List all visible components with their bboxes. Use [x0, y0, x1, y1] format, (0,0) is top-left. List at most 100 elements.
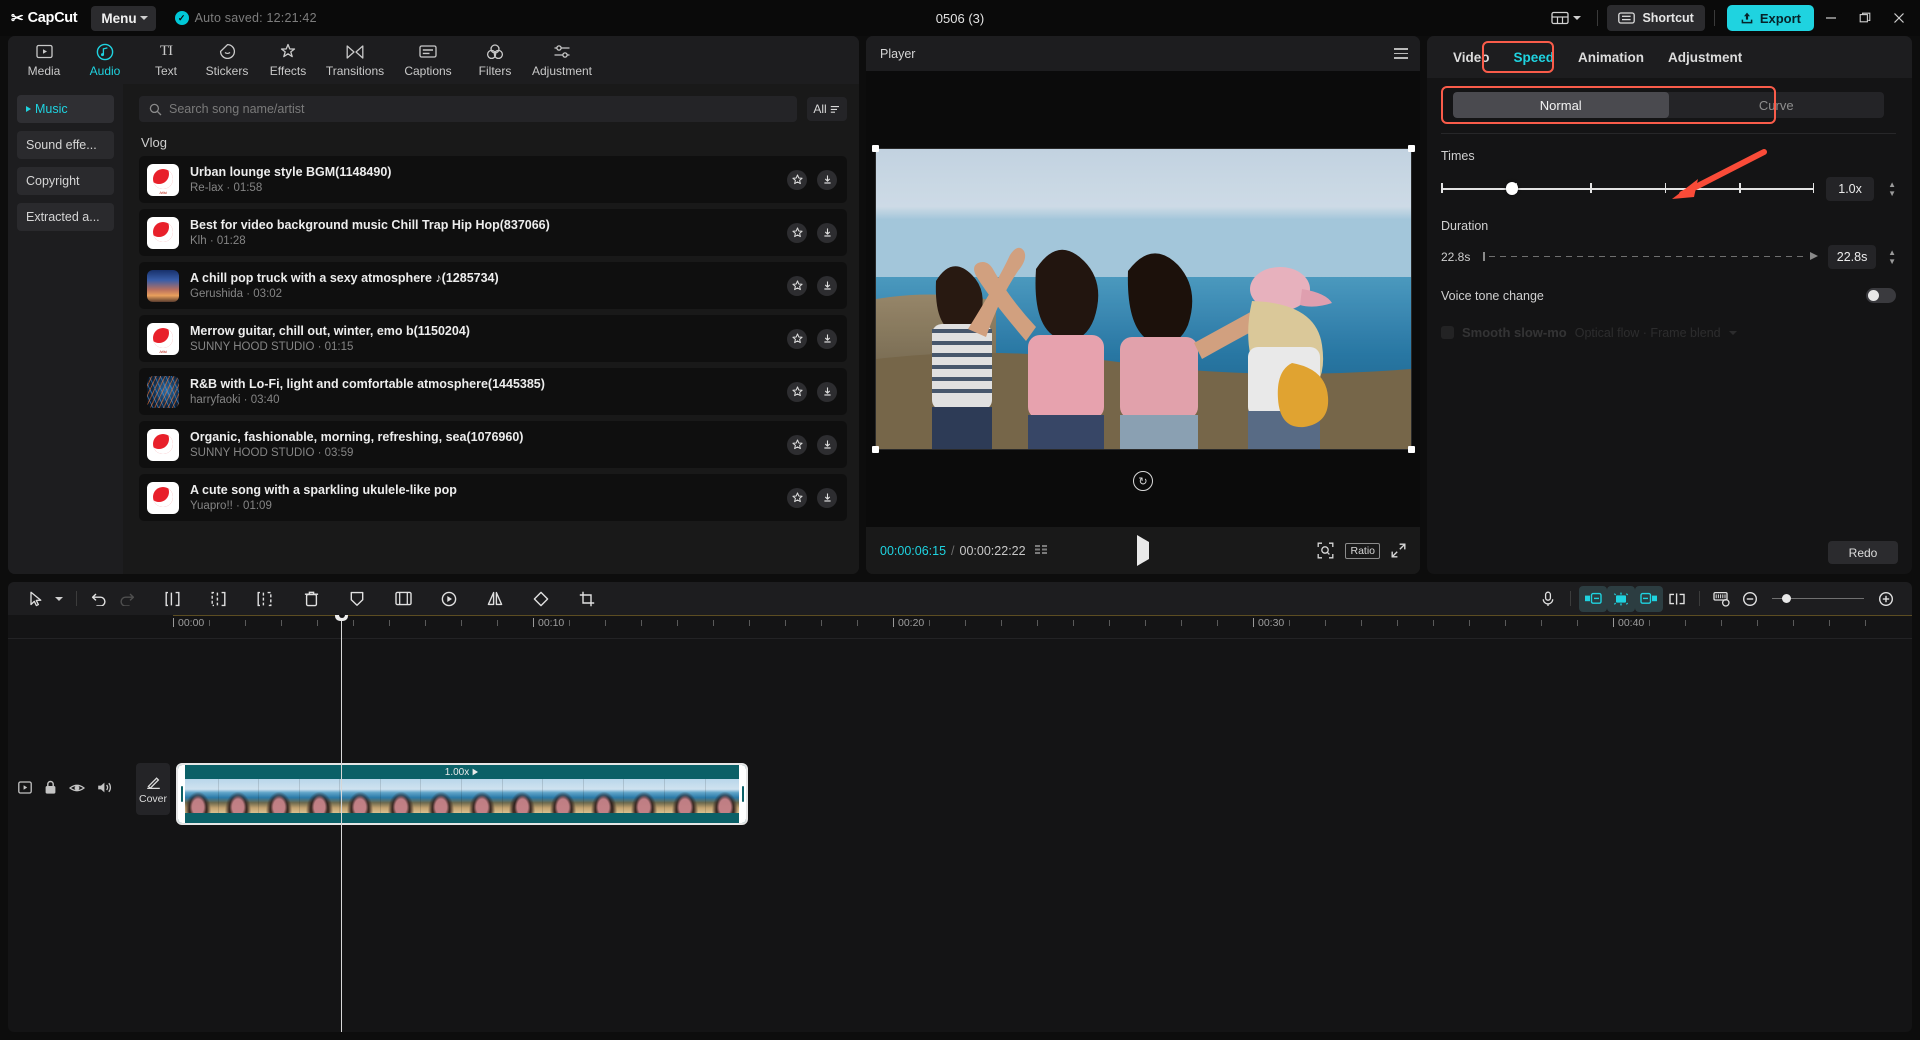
select-tool-dropdown[interactable]	[50, 586, 68, 612]
crop-frame-button[interactable]	[389, 586, 417, 612]
song-row[interactable]: Artlist Urban lounge style BGM(1148490) …	[139, 156, 847, 203]
chevron-down-icon[interactable]	[1729, 331, 1737, 335]
times-slider[interactable]	[1441, 180, 1814, 198]
selection-handle-tr[interactable]	[1408, 145, 1415, 152]
menu-button[interactable]: Menu	[91, 6, 155, 31]
smooth-slow-mo-checkbox[interactable]	[1441, 326, 1454, 339]
song-row[interactable]: R&B with Lo-Fi, light and comfortable at…	[139, 368, 847, 415]
undo-button[interactable]	[85, 586, 113, 612]
selection-handle-br[interactable]	[1408, 446, 1415, 453]
star-icon[interactable]	[787, 170, 807, 190]
tab-audio[interactable]: Audio	[75, 38, 135, 82]
search-input[interactable]: Search song name/artist	[139, 96, 797, 122]
reset-transform-button[interactable]: ↻	[1133, 471, 1153, 491]
tab-captions[interactable]: Captions	[392, 38, 464, 82]
times-slider-knob[interactable]	[1506, 182, 1518, 195]
song-row[interactable]: Artlist Merrow guitar, chill out, winter…	[139, 315, 847, 362]
download-icon[interactable]	[817, 276, 837, 296]
add-track-button[interactable]	[18, 781, 32, 794]
mirror-button[interactable]	[481, 586, 509, 612]
snap-left-button[interactable]	[1579, 586, 1607, 612]
category-copyright[interactable]: Copyright	[17, 167, 114, 195]
filter-all-button[interactable]: All	[807, 97, 847, 121]
tab-adjustment[interactable]: Adjustment	[526, 38, 598, 82]
times-value-field[interactable]: 1.0x	[1826, 177, 1874, 201]
song-row[interactable]: Best for video background music Chill Tr…	[139, 209, 847, 256]
redo-button[interactable]: Redo	[1828, 541, 1898, 564]
selection-handle-bl[interactable]	[872, 446, 879, 453]
clip-trim-handle-right[interactable]	[739, 765, 746, 823]
timeline[interactable]: 00:00 00:10 00:20 00:30 00:40	[8, 615, 1912, 1032]
zoom-slider-knob[interactable]	[1782, 594, 1791, 603]
cover-button[interactable]: Cover	[136, 763, 170, 815]
star-icon[interactable]	[787, 329, 807, 349]
tab-stickers[interactable]: Stickers	[197, 38, 257, 82]
lock-button[interactable]	[44, 780, 57, 795]
video-clip[interactable]: 1.00x	[176, 763, 748, 825]
auto-fit-button[interactable]	[1708, 586, 1736, 612]
tab-transitions[interactable]: Transitions	[319, 38, 391, 82]
duration-spinner[interactable]: ▲ ▼	[1888, 249, 1896, 265]
song-row[interactable]: A chill pop truck with a sexy atmosphere…	[139, 262, 847, 309]
song-row[interactable]: A cute song with a sparkling ukulele-lik…	[139, 474, 847, 521]
timeline-playhead[interactable]	[341, 615, 342, 1032]
times-spinner[interactable]: ▲ ▼	[1888, 181, 1896, 197]
timeline-ruler[interactable]: 00:00 00:10 00:20 00:30 00:40	[8, 615, 1912, 639]
tab-video[interactable]: Video	[1441, 45, 1502, 70]
ratio-button[interactable]: Ratio	[1345, 543, 1380, 559]
fullscreen-button[interactable]	[1391, 543, 1406, 558]
select-tool-button[interactable]	[22, 586, 50, 612]
zoom-in-button[interactable]	[1872, 586, 1900, 612]
star-icon[interactable]	[787, 382, 807, 402]
split-left-button[interactable]	[159, 586, 187, 612]
snap-right-button[interactable]	[1635, 586, 1663, 612]
split-right-button[interactable]	[251, 586, 279, 612]
category-extracted-audio[interactable]: Extracted a...	[17, 203, 114, 231]
shortcut-button[interactable]: Shortcut	[1607, 5, 1704, 31]
duration-value-field[interactable]: 22.8s	[1828, 245, 1876, 269]
frames-icon[interactable]	[1035, 545, 1047, 556]
speed-mode-normal[interactable]: Normal	[1453, 92, 1669, 118]
clip-trim-handle-left[interactable]	[178, 765, 185, 823]
star-icon[interactable]	[787, 223, 807, 243]
freeze-button[interactable]	[343, 586, 371, 612]
tab-animation[interactable]: Animation	[1566, 45, 1656, 70]
download-icon[interactable]	[817, 329, 837, 349]
maximize-button[interactable]	[1848, 0, 1882, 36]
speed-button[interactable]	[435, 586, 463, 612]
visibility-button[interactable]	[69, 782, 85, 794]
export-button[interactable]: Export	[1727, 5, 1814, 31]
category-sound-effects[interactable]: Sound effe...	[17, 131, 114, 159]
layout-button[interactable]	[1544, 7, 1588, 29]
delete-button[interactable]	[297, 586, 325, 612]
star-icon[interactable]	[787, 488, 807, 508]
crop-button[interactable]	[573, 586, 601, 612]
star-icon[interactable]	[787, 276, 807, 296]
download-icon[interactable]	[817, 382, 837, 402]
timeline-zoom-slider[interactable]	[1772, 593, 1864, 605]
tab-media[interactable]: Media	[14, 38, 74, 82]
zoom-out-button[interactable]	[1736, 586, 1764, 612]
microphone-button[interactable]	[1534, 586, 1562, 612]
zoom-fit-button[interactable]	[1317, 542, 1334, 559]
download-icon[interactable]	[817, 488, 837, 508]
magnet-snap-button[interactable]	[1607, 586, 1635, 612]
star-icon[interactable]	[787, 435, 807, 455]
rotate-button[interactable]	[527, 586, 555, 612]
link-break-button[interactable]	[1663, 586, 1691, 612]
tab-speed[interactable]: Speed	[1502, 45, 1567, 70]
selection-handle-tl[interactable]	[872, 145, 879, 152]
download-icon[interactable]	[817, 170, 837, 190]
close-button[interactable]	[1882, 0, 1916, 36]
download-icon[interactable]	[817, 435, 837, 455]
tab-effects[interactable]: Effects	[258, 38, 318, 82]
video-preview[interactable]	[875, 148, 1412, 450]
minimize-button[interactable]	[1814, 0, 1848, 36]
voice-tone-toggle[interactable]	[1866, 288, 1896, 303]
play-button[interactable]	[1137, 542, 1149, 560]
split-button[interactable]	[205, 586, 233, 612]
speed-mode-curve[interactable]: Curve	[1669, 92, 1885, 118]
download-icon[interactable]	[817, 223, 837, 243]
category-music[interactable]: Music	[17, 95, 114, 123]
hamburger-icon[interactable]	[1394, 48, 1408, 59]
